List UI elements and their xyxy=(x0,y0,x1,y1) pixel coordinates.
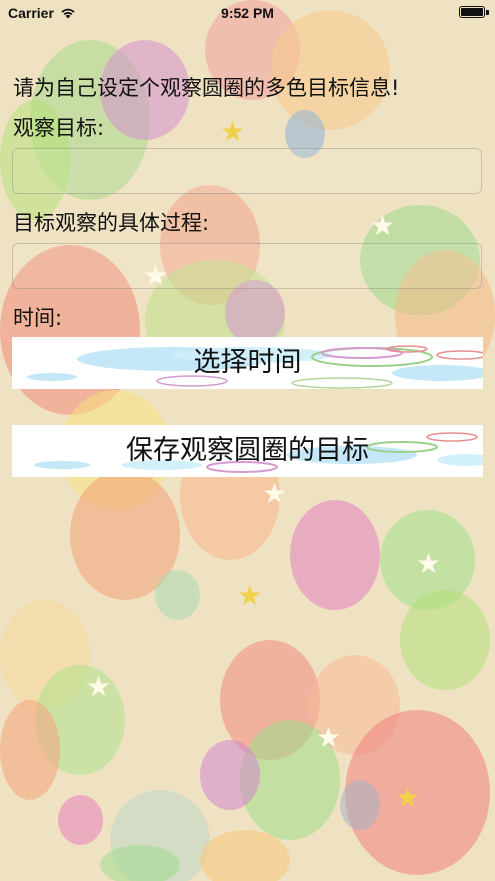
form-container: 请为自己设定个观察圆圈的多色目标信息! 观察目标: 目标观察的具体过程: 时间:… xyxy=(0,0,495,881)
save-target-button[interactable]: 保存观察圆圈的目标 xyxy=(12,425,483,477)
status-time: 9:52 PM xyxy=(221,5,274,21)
process-input[interactable] xyxy=(12,243,482,289)
select-time-label: 选择时间 xyxy=(193,347,302,378)
page-heading: 请为自己设定个观察圆圈的多色目标信息! xyxy=(13,76,400,100)
time-label: 时间: xyxy=(13,306,63,330)
battery-tip xyxy=(486,10,489,15)
status-bar: Carrier 9:52 PM xyxy=(0,0,495,26)
target-label: 观察目标: xyxy=(13,116,105,140)
process-label: 目标观察的具体过程: xyxy=(13,211,210,235)
select-time-button[interactable]: 选择时间 xyxy=(12,337,483,389)
save-target-label: 保存观察圆圈的目标 xyxy=(126,435,369,466)
target-input[interactable] xyxy=(12,148,482,194)
battery-icon xyxy=(459,6,485,18)
battery-level xyxy=(461,8,483,16)
